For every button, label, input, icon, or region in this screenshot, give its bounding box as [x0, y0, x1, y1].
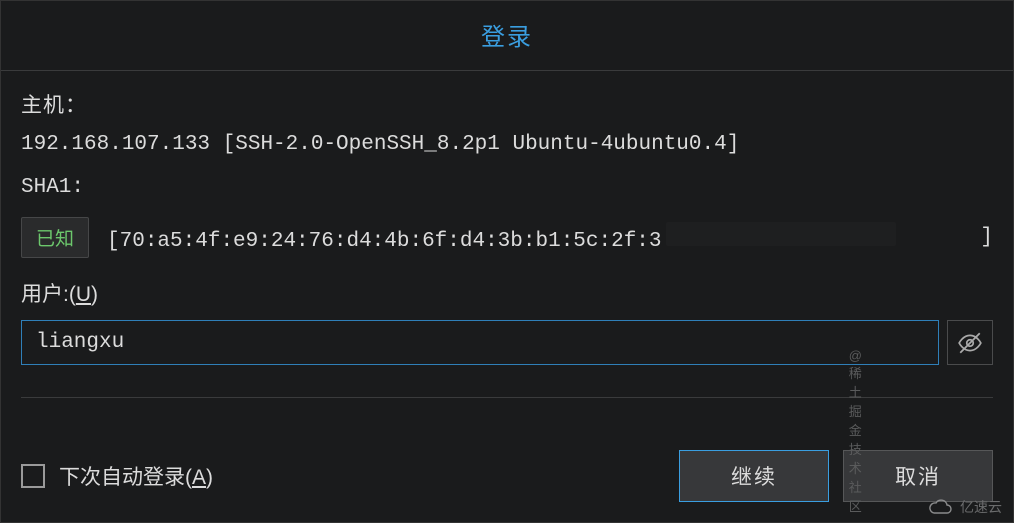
- auto-login-hotkey: A: [192, 466, 206, 489]
- host-value: 192.168.107.133 [SSH-2.0-OpenSSH_8.2p1 U…: [21, 133, 993, 156]
- sha1-bracket-close: ]: [980, 226, 993, 249]
- dialog-title: 登录: [1, 1, 1013, 71]
- auto-login-prefix: 下次自动登录(: [59, 466, 192, 489]
- sha1-bracket-open: [: [107, 230, 120, 253]
- dialog-footer: 下次自动登录(A) 继续 取消: [1, 430, 1013, 522]
- cancel-button[interactable]: 取消: [843, 450, 993, 502]
- dialog-content: 主机： 192.168.107.133 [SSH-2.0-OpenSSH_8.2…: [1, 71, 1013, 430]
- sha1-fingerprint-text: 70:a5:4f:e9:24:76:d4:4b:6f:d4:3b:b1:5c:2…: [120, 230, 662, 253]
- auto-login-suffix: ): [206, 466, 213, 489]
- host-label: 主机：: [21, 89, 993, 119]
- sha1-redacted: [666, 222, 896, 246]
- sha1-fingerprint: [70:a5:4f:e9:24:76:d4:4b:6f:d4:3b:b1:5c:…: [107, 222, 993, 253]
- user-input-row: [21, 320, 993, 365]
- auto-login-label: 下次自动登录(A): [59, 461, 213, 491]
- sha1-row: 已知 [70:a5:4f:e9:24:76:d4:4b:6f:d4:3b:b1:…: [21, 217, 993, 258]
- eye-off-icon: [957, 330, 983, 356]
- user-label-prefix: 用户:(: [21, 283, 76, 306]
- auto-login-checkbox[interactable]: 下次自动登录(A): [21, 461, 213, 491]
- login-dialog: 登录 主机： 192.168.107.133 [SSH-2.0-OpenSSH_…: [0, 0, 1014, 523]
- user-label: 用户:(U): [21, 278, 993, 308]
- user-label-hotkey: U: [76, 283, 91, 306]
- checkbox-box-icon: [21, 464, 45, 488]
- known-badge: 已知: [21, 217, 89, 258]
- sha1-label: SHA1:: [21, 176, 993, 199]
- username-input[interactable]: [21, 320, 939, 365]
- toggle-visibility-button[interactable]: [947, 320, 993, 365]
- continue-button[interactable]: 继续: [679, 450, 829, 502]
- separator: [21, 397, 993, 398]
- user-label-suffix: ): [91, 283, 98, 306]
